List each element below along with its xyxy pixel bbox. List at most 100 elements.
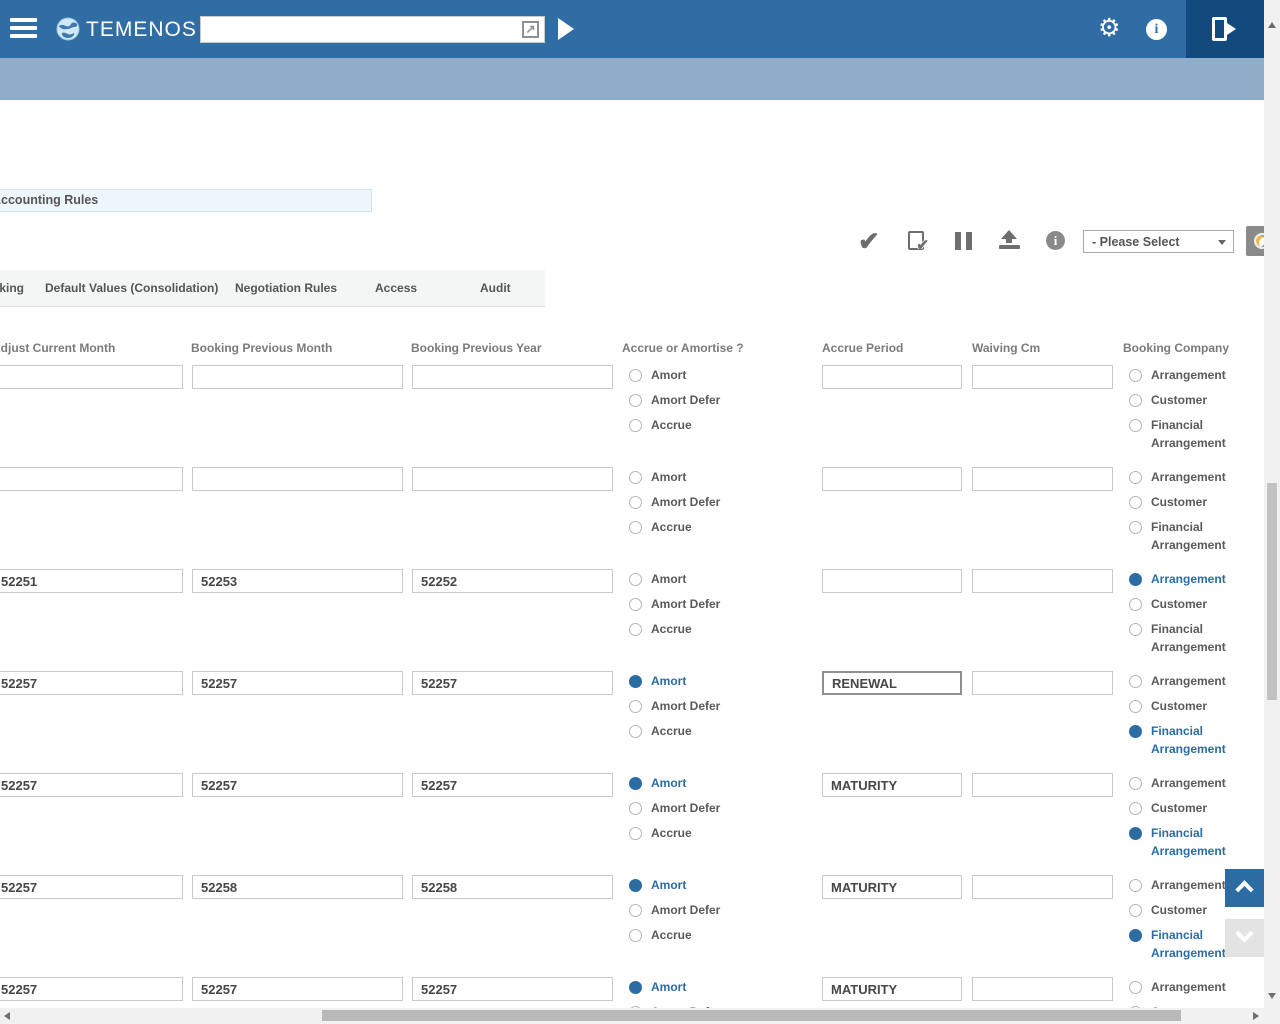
radio-circle-icon[interactable] [629,802,642,815]
radio-circle-icon[interactable] [629,598,642,611]
radio-circle-icon[interactable] [1129,471,1142,484]
action-select-dropdown[interactable]: - Please Select [1083,230,1234,253]
waiving-cm-input[interactable] [972,977,1113,1001]
booking-previous-month-input[interactable] [192,365,403,389]
info-icon[interactable]: i [1046,231,1065,250]
radio-circle-icon[interactable] [629,573,642,586]
adjust-current-month-input[interactable] [0,875,183,899]
adjust-current-month-input[interactable] [0,365,183,389]
upload-icon[interactable] [999,230,1020,250]
radio-circle-icon[interactable] [629,981,642,994]
help-info-icon[interactable]: i [1146,19,1167,40]
booking-previous-year-input[interactable] [412,875,613,899]
waiving-cm-input[interactable] [972,467,1113,491]
radio-circle-icon[interactable] [629,394,642,407]
commit-icon[interactable]: ✔ [908,231,924,250]
accrue-period-input[interactable] [822,569,962,593]
radio-circle-icon[interactable] [629,700,642,713]
accrue-period-input[interactable] [822,773,962,797]
radio-circle-icon[interactable] [629,419,642,432]
tab-default-values-consolidation[interactable]: Default Values (Consolidation) [45,281,218,295]
booking-previous-month-input[interactable] [192,569,403,593]
waiving-cm-input[interactable] [972,365,1113,389]
validate-icon[interactable]: ✔ [858,228,880,254]
sign-out-button[interactable] [1186,0,1264,58]
radio-circle-icon[interactable] [1129,675,1142,688]
radio-circle-icon[interactable] [1129,981,1142,994]
radio-circle-icon[interactable] [629,929,642,942]
booking-previous-year-input[interactable] [412,977,613,1001]
tab-audit[interactable]: Audit [480,281,511,295]
radio-circle-icon[interactable] [1129,598,1142,611]
radio-circle-icon[interactable] [629,827,642,840]
adjust-current-month-input[interactable] [0,569,183,593]
radio-circle-icon[interactable] [1129,394,1142,407]
radio-circle-icon[interactable] [629,496,642,509]
radio-circle-icon[interactable] [1129,700,1142,713]
settings-gear-icon[interactable]: ⚙ [1098,14,1120,42]
vertical-scrollbar-thumb[interactable] [1267,483,1277,700]
scrollbar-left-arrow[interactable] [4,1012,10,1020]
adjust-current-month-input[interactable] [0,773,183,797]
radio-circle-icon[interactable] [1129,369,1142,382]
radio-circle-icon[interactable] [629,904,642,917]
booking-previous-month-input[interactable] [192,671,403,695]
scrollbar-down-arrow[interactable] [1268,993,1276,999]
booking-previous-year-input[interactable] [412,773,613,797]
waiving-cm-input[interactable] [972,773,1113,797]
radio-circle-icon[interactable] [1129,802,1142,815]
tab-access[interactable]: Access [375,281,417,295]
adjust-current-month-input[interactable] [0,467,183,491]
radio-circle-icon[interactable] [1129,573,1142,586]
booking-previous-year-input[interactable] [412,467,613,491]
radio-circle-icon[interactable] [1129,623,1142,636]
tab-booking[interactable]: Booking [0,281,24,295]
search-go-icon[interactable]: ↗ [522,21,539,38]
radio-circle-icon[interactable] [1129,904,1142,917]
waiving-cm-input[interactable] [972,569,1113,593]
scrollbar-right-arrow[interactable] [1253,1012,1259,1020]
horizontal-scrollbar-thumb[interactable] [322,1010,1181,1021]
radio-circle-icon[interactable] [1129,777,1142,790]
radio-circle-icon[interactable] [629,725,642,738]
booking-previous-year-input[interactable] [412,365,613,389]
radio-circle-icon[interactable] [1129,521,1142,534]
booking-previous-month-input[interactable] [192,467,403,491]
accrue-period-input[interactable] [822,467,962,491]
radio-circle-icon[interactable] [629,675,642,688]
accrue-period-input[interactable] [822,671,962,695]
search-input[interactable] [205,18,515,41]
scroll-to-bottom-button[interactable] [1225,919,1264,957]
accrue-period-input[interactable] [822,365,962,389]
vertical-scrollbar[interactable] [1264,0,1280,1008]
radio-circle-icon[interactable] [629,369,642,382]
radio-circle-icon[interactable] [1129,879,1142,892]
run-command-icon[interactable] [558,18,574,40]
waiving-cm-input[interactable] [972,875,1113,899]
radio-circle-icon[interactable] [629,521,642,534]
radio-circle-icon[interactable] [629,471,642,484]
waiving-cm-input[interactable] [972,671,1113,695]
scroll-to-top-button[interactable] [1225,869,1264,907]
tab-negotiation-rules[interactable]: Negotiation Rules [235,281,337,295]
booking-previous-month-input[interactable] [192,977,403,1001]
radio-circle-icon[interactable] [1129,725,1142,738]
accrue-period-input[interactable] [822,875,962,899]
menu-icon[interactable] [10,18,37,40]
radio-circle-icon[interactable] [1129,929,1142,942]
radio-circle-icon[interactable] [1129,496,1142,509]
radio-circle-icon[interactable] [1129,827,1142,840]
booking-previous-year-input[interactable] [412,671,613,695]
radio-circle-icon[interactable] [629,879,642,892]
adjust-current-month-input[interactable] [0,671,183,695]
scrollbar-up-arrow[interactable] [1268,22,1276,28]
radio-circle-icon[interactable] [629,777,642,790]
booking-previous-year-input[interactable] [412,569,613,593]
booking-previous-month-input[interactable] [192,773,403,797]
adjust-current-month-input[interactable] [0,977,183,1001]
accrue-period-input[interactable] [822,977,962,1001]
booking-previous-month-input[interactable] [192,875,403,899]
hold-pause-icon[interactable] [955,232,973,250]
radio-circle-icon[interactable] [629,623,642,636]
horizontal-scrollbar[interactable] [0,1008,1264,1024]
